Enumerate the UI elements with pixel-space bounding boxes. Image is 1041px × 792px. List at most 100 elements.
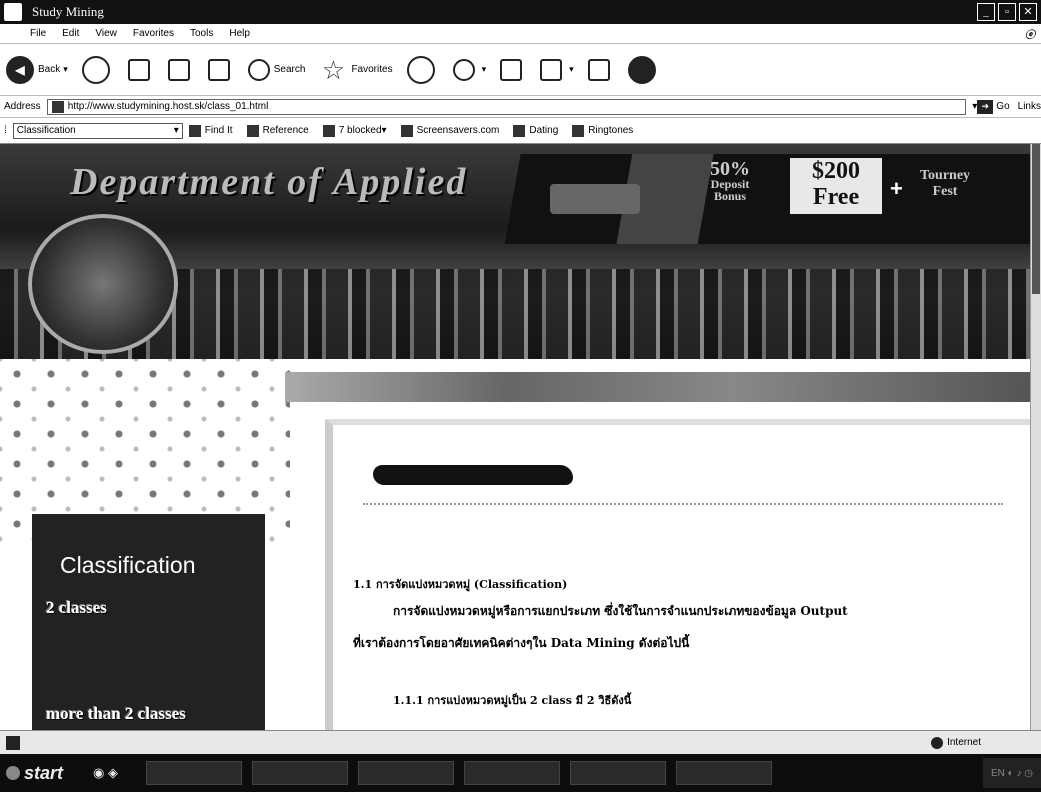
section-heading: 1.1 การจัดแบ่งหมวดหมู่ (Classification) [353, 578, 568, 591]
start-button[interactable]: start [6, 763, 63, 784]
marquee-ticker [285, 372, 1030, 402]
popup-blocker-icon [322, 124, 335, 137]
university-seal-logo [28, 214, 178, 354]
stop-icon [127, 58, 150, 81]
vertical-scrollbar[interactable] [1030, 144, 1041, 730]
taskbar-button-5[interactable] [569, 761, 666, 785]
media-button[interactable] [406, 55, 439, 84]
side-menu-item-2-classes[interactable]: 2 classes [46, 598, 107, 618]
home-icon [207, 58, 230, 81]
back-button[interactable]: ◀ Back ▾ [6, 55, 68, 84]
messenger-icon [627, 55, 656, 84]
reference-button[interactable]: Reference [246, 124, 309, 137]
site-banner: Department of Applied 50% Deposit Bonus $2… [0, 144, 1030, 359]
menu-file[interactable]: File [30, 28, 46, 39]
menu-help[interactable]: Help [229, 28, 250, 39]
decorative-divider [363, 491, 1003, 505]
forward-arrow-icon [81, 55, 110, 84]
screensavers-link[interactable]: Screensavers.com [400, 124, 499, 137]
security-zone: Internet [931, 736, 981, 749]
refresh-icon [167, 58, 190, 81]
windows-logo-icon: ⓔ [1025, 30, 1035, 41]
history-icon [452, 58, 475, 81]
ie-window-icon [4, 3, 22, 21]
page-status-icon [6, 735, 20, 750]
ringtones-icon [572, 124, 585, 137]
windows-taskbar: start ◉ ◈ EN ◐ ♪ ◷ [0, 754, 1041, 792]
ad-free-box: $200 Free [790, 158, 882, 214]
home-button[interactable] [207, 58, 234, 81]
search-icon [247, 58, 270, 81]
classification-heading-graphic [373, 465, 573, 485]
window-title: Study Mining [32, 4, 104, 19]
menu-bar: File Edit View Favorites Tools Help ⓔ [0, 24, 1041, 44]
toolbar-grip-icon: ⁞ [4, 125, 7, 136]
minimize-button[interactable]: _ [977, 3, 995, 21]
taskbar-button-2[interactable] [251, 761, 348, 785]
favorites-button[interactable]: ☆ Favorites [319, 55, 393, 84]
screen: Study Mining _ ▫ ✕ File Edit View Favori… [0, 0, 1041, 792]
window-titlebar: Study Mining _ ▫ ✕ [0, 0, 1041, 24]
quick-launch-icons[interactable]: ◉ ◈ [93, 765, 118, 781]
edit-button[interactable] [587, 58, 614, 81]
side-menu-item-more-classes[interactable]: more than 2 classes [46, 704, 186, 724]
reference-icon [246, 124, 259, 137]
taskbar-button-6[interactable] [675, 761, 772, 785]
stop-button[interactable] [127, 58, 154, 81]
close-button[interactable]: ✕ [1019, 3, 1037, 21]
address-url: http://www.studymining.host.sk/class_01.… [67, 101, 269, 112]
forward-button[interactable] [81, 55, 114, 84]
find-it-button[interactable]: Find It [188, 124, 233, 137]
side-menu-title: Classification [60, 552, 196, 578]
ad-logo [550, 184, 640, 214]
messenger-button[interactable] [627, 55, 660, 84]
windows-flag-icon [6, 766, 20, 780]
ad-tourney-text: Tourney Fest [920, 168, 971, 199]
paragraph-line-1: การจัดแบ่งหมวดหมู่หรือการแยกประเภท ซึ่งใ… [393, 604, 848, 618]
paragraph-line-2: ที่เราต้องการโดยอาศัยเทคนิคต่างๆใน Data … [353, 636, 690, 650]
dating-icon [513, 124, 526, 137]
ringtones-link[interactable]: Ringtones [572, 124, 633, 137]
taskbar-button-3[interactable] [357, 761, 454, 785]
menu-favorites[interactable]: Favorites [133, 28, 174, 39]
search-button[interactable]: Search [247, 58, 305, 81]
links-label[interactable]: Links [1018, 101, 1041, 112]
search-combo[interactable]: Classification ▾ [12, 122, 183, 139]
address-input[interactable]: http://www.studymining.host.sk/class_01.… [46, 98, 967, 115]
popup-blocked-button[interactable]: 7 blocked ▾ [322, 124, 387, 137]
dating-link[interactable]: Dating [513, 124, 558, 137]
combo-dropdown-icon: ▾ [173, 125, 179, 136]
screensavers-icon [400, 124, 413, 137]
menu-view[interactable]: View [95, 28, 117, 39]
menu-tools[interactable]: Tools [190, 28, 213, 39]
taskbar-button-1[interactable] [145, 761, 242, 785]
web-page-content: Department of Applied 50% Deposit Bonus $2… [0, 144, 1030, 730]
dropdown-arrow-icon[interactable]: ▾ [63, 64, 68, 75]
ad-plus-sign: + [890, 176, 903, 201]
links-toolbar: ⁞ Classification ▾ Find It Reference 7 bl… [0, 118, 1041, 144]
advertisement-banner[interactable]: 50% Deposit Bonus $200 Free + Tourney Fest [480, 154, 1030, 244]
maximize-button[interactable]: ▫ [998, 3, 1016, 21]
status-bar: Internet [0, 730, 1041, 754]
mail-button[interactable] [500, 58, 526, 81]
banner-department-title: Department of Applied [70, 161, 468, 203]
refresh-button[interactable] [167, 58, 194, 81]
go-arrow-icon: ➜ [977, 99, 994, 114]
menu-edit[interactable]: Edit [62, 28, 79, 39]
tray-icons[interactable]: EN ◐ ♪ ◷ [991, 768, 1033, 779]
scrollbar-thumb[interactable] [1032, 144, 1040, 294]
edit-page-icon [587, 58, 610, 81]
mail-icon [500, 58, 523, 81]
ad-bonus-text: 50% Deposit Bonus [710, 158, 750, 203]
standard-toolbar: ◀ Back ▾ Search ☆ Favorites ▾ ▾ [0, 44, 1041, 96]
address-label: Address [4, 101, 41, 112]
favorites-star-icon: ☆ [319, 55, 348, 84]
print-button[interactable]: ▾ [540, 58, 574, 81]
internet-zone-icon [931, 736, 944, 749]
go-button[interactable]: ➜ Go [977, 99, 1010, 114]
print-icon [540, 58, 563, 81]
content-panel: 1.1 การจัดแบ่งหมวดหมู่ (Classification) … [325, 419, 1030, 730]
media-icon [406, 55, 435, 84]
history-button[interactable]: ▾ [452, 58, 486, 81]
taskbar-button-4[interactable] [463, 761, 560, 785]
